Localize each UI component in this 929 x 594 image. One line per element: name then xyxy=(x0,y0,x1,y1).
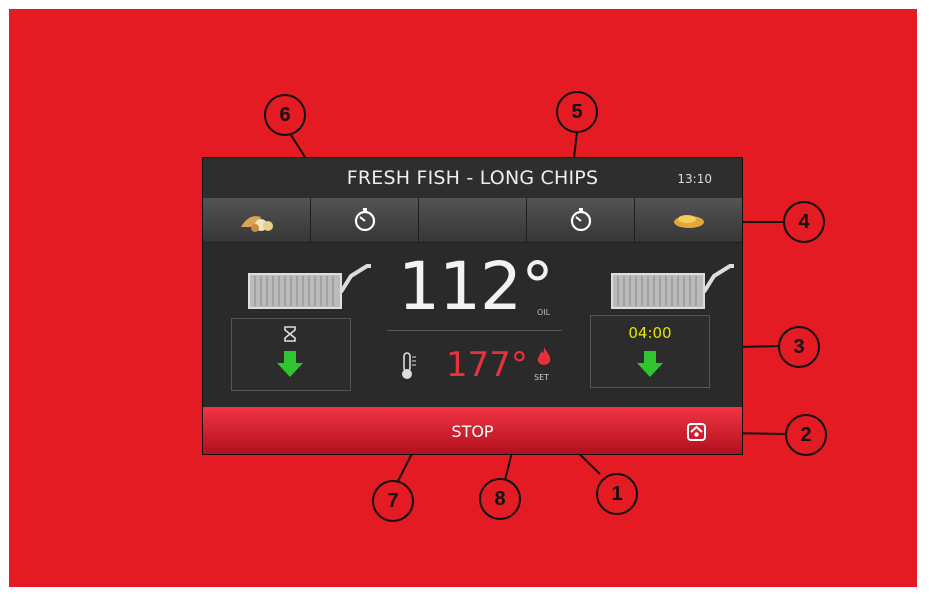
function-tabs xyxy=(203,198,742,243)
down-arrow-icon[interactable] xyxy=(276,349,304,379)
left-basket-icon xyxy=(248,264,371,309)
tab-timer-right[interactable] xyxy=(527,198,635,243)
divider xyxy=(387,330,562,331)
hourglass-icon xyxy=(284,326,296,342)
callout-5: 5 xyxy=(556,91,598,133)
chips-icon xyxy=(673,215,704,228)
program-title: FRESH FISH - LONG CHIPS xyxy=(346,167,599,189)
tab-product-chips[interactable] xyxy=(635,198,742,243)
callout-8: 8 xyxy=(479,478,521,520)
clock: 13:10 xyxy=(677,172,712,186)
tab-empty[interactable] xyxy=(419,198,527,243)
stop-button[interactable]: STOP xyxy=(203,407,742,454)
down-arrow-icon[interactable] xyxy=(636,349,664,379)
callout-3: 3 xyxy=(778,326,820,368)
oil-label: OIL xyxy=(537,308,551,317)
callout-4: 4 xyxy=(783,201,825,243)
flame-icon xyxy=(537,347,551,365)
thermometer-icon xyxy=(402,352,416,379)
callout-2: 2 xyxy=(785,414,827,456)
set-temperature[interactable]: 177° xyxy=(446,348,528,382)
fish-icon xyxy=(240,216,273,232)
left-basket-timer[interactable] xyxy=(231,318,351,391)
set-label: SET xyxy=(534,373,550,382)
title-bar: FRESH FISH - LONG CHIPS 13:10 xyxy=(203,158,742,199)
callout-6: 6 xyxy=(264,94,306,136)
fryer-control-panel: FRESH FISH - LONG CHIPS 13:10 04:00 112°… xyxy=(202,157,743,455)
callout-7: 7 xyxy=(372,480,414,522)
right-basket-timer[interactable]: 04:00 xyxy=(590,315,710,388)
timer-icon xyxy=(570,208,591,232)
tab-timer-left[interactable] xyxy=(311,198,419,243)
tab-product-fish[interactable] xyxy=(203,198,311,243)
home-icon[interactable] xyxy=(686,420,708,442)
oil-temperature: 112° xyxy=(398,248,554,325)
timer-icon xyxy=(354,208,375,232)
stop-label: STOP xyxy=(451,422,494,441)
callout-1: 1 xyxy=(596,473,638,515)
right-basket-icon xyxy=(611,264,734,309)
timer-countdown: 04:00 xyxy=(628,324,672,342)
